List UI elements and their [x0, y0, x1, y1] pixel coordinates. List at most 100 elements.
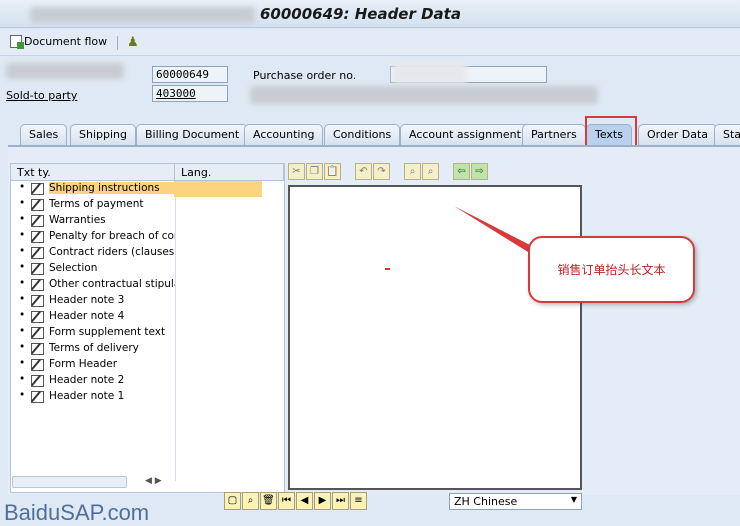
first-icon[interactable]: ⏮ — [278, 492, 295, 510]
document-flow-button[interactable]: Document flow — [10, 35, 108, 49]
tree-item[interactable]: • Form Header — [11, 357, 284, 373]
log-icon[interactable]: ≡ — [350, 492, 367, 510]
tree-item-label: Contract riders (clauses) — [49, 246, 176, 258]
document-flow-icon — [10, 35, 24, 49]
tree-item-label: Header note 1 — [49, 390, 125, 402]
tree-item[interactable]: • Header note 4 — [11, 309, 284, 325]
edit-text-icon — [31, 295, 44, 307]
bullet: • — [19, 357, 26, 369]
edit-text-icon — [31, 183, 44, 195]
bullet: • — [19, 213, 26, 225]
paste-icon[interactable]: 📋 — [324, 163, 341, 180]
delete-icon[interactable]: 🗑 — [260, 492, 277, 510]
tab-shipping[interactable]: Shipping — [70, 124, 136, 145]
tab-partners[interactable]: Partners — [522, 124, 586, 145]
tree-item[interactable]: • Terms of delivery — [11, 341, 284, 357]
edit-text-icon — [31, 263, 44, 275]
tree-item[interactable]: • Warranties — [11, 213, 284, 229]
new-document-icon[interactable]: ▢ — [224, 492, 241, 510]
blurred-label — [6, 63, 124, 79]
language-dropdown[interactable]: ZH Chinese ▼ — [449, 493, 582, 510]
tab-order-data[interactable]: Order Data — [638, 124, 718, 145]
language-cell-selected[interactable] — [174, 181, 262, 197]
tree-item[interactable]: • Other contractual stipulati — [11, 277, 284, 293]
sold-to-field[interactable]: 403000 — [152, 85, 228, 102]
last-icon[interactable]: ⏭ — [332, 492, 349, 510]
blurred-po — [392, 62, 467, 84]
tree-item[interactable]: • Penalty for breach of cont — [11, 229, 284, 245]
edit-text-icon — [31, 375, 44, 387]
callout-arrow — [454, 206, 532, 252]
bullet: • — [19, 245, 26, 257]
tab-account-assignment[interactable]: Account assignment — [400, 124, 530, 145]
tree-item[interactable]: • Terms of payment — [11, 197, 284, 213]
tree-item[interactable]: • Header note 3 — [11, 293, 284, 309]
edit-text-icon — [31, 199, 44, 211]
texts-tab-highlight — [585, 116, 637, 147]
blurred-customer-name — [250, 86, 598, 104]
edit-text-icon — [31, 391, 44, 403]
tree-item-label: Shipping instructions — [49, 182, 176, 194]
redo-icon[interactable]: ↷ — [373, 163, 390, 180]
export-icon[interactable]: ⇨ — [471, 163, 488, 180]
find-icon[interactable]: ⌕ — [404, 163, 421, 180]
edit-text-icon — [31, 215, 44, 227]
editor-toolbar: ✂ ❐ 📋 ↶ ↷ ⌕ ⌕ ⇦ ⇨ — [288, 163, 489, 180]
annotation-callout: 销售订单抬头长文本 — [528, 236, 695, 303]
bullet: • — [19, 261, 26, 273]
tree-item[interactable]: • Form supplement text — [11, 325, 284, 341]
bullet: • — [19, 309, 26, 321]
tree-item-label: Form Header — [49, 358, 118, 370]
person-icon[interactable]: ♟ — [127, 35, 139, 50]
tree-item-label: Penalty for breach of cont — [49, 230, 176, 242]
tree-item-label: Terms of delivery — [49, 342, 139, 354]
watermark: BaiduSAP.com — [4, 500, 150, 525]
tab-sales[interactable]: Sales — [20, 124, 68, 145]
undo-icon[interactable]: ↶ — [355, 163, 372, 180]
col-language[interactable]: Lang. — [175, 164, 284, 181]
order-number-field[interactable]: 60000649 — [152, 66, 228, 83]
tab-billing-document[interactable]: Billing Document — [136, 124, 249, 145]
bullet: • — [19, 229, 26, 241]
column-divider — [175, 181, 176, 481]
toolbar-separator — [117, 36, 118, 50]
chevron-down-icon: ▼ — [570, 495, 577, 504]
po-label: Purchase order no. — [253, 69, 357, 82]
tab-status[interactable]: Stat — [714, 124, 740, 145]
bullet: • — [19, 293, 26, 305]
navigation-toolbar: ▢ ⌕ 🗑 ⏮ ◀ ▶ ⏭ ≡ — [224, 492, 368, 510]
tab-conditions[interactable]: Conditions — [324, 124, 401, 145]
horizontal-scrollbar[interactable] — [12, 476, 127, 488]
bullet: • — [19, 277, 26, 289]
tree-item[interactable]: • Header note 1 — [11, 389, 284, 405]
tree-item[interactable]: • Selection — [11, 261, 284, 277]
find-next-icon[interactable]: ⌕ — [422, 163, 439, 180]
copy-icon[interactable]: ❐ — [306, 163, 323, 180]
tree-item-label: Other contractual stipulati — [49, 278, 176, 290]
toolbar: Document flow ♟ — [0, 30, 740, 56]
sold-to-label[interactable]: Sold-to party — [6, 89, 77, 102]
previous-icon[interactable]: ◀ — [296, 492, 313, 510]
tree-item-label: Header note 4 — [49, 310, 125, 322]
tab-accounting[interactable]: Accounting — [244, 124, 324, 145]
bullet: • — [19, 341, 26, 353]
blurred-title-prefix — [30, 7, 255, 23]
tree-item-label: Header note 3 — [49, 294, 125, 306]
edit-text-icon — [31, 231, 44, 243]
cut-icon[interactable]: ✂ — [288, 163, 305, 180]
edit-text-icon — [31, 311, 44, 323]
display-icon[interactable]: ⌕ — [242, 492, 259, 510]
tree-item[interactable]: • Header note 2 — [11, 373, 284, 389]
tree-item-label: Warranties — [49, 214, 106, 226]
col-text-type[interactable]: Txt ty. — [11, 164, 175, 181]
scroll-arrows-icon[interactable]: ◀ ▶ — [145, 476, 162, 486]
text-type-tree: Txt ty. Lang. • Shipping instructions • Ter… — [10, 163, 285, 493]
next-icon[interactable]: ▶ — [314, 492, 331, 510]
bullet: • — [19, 373, 26, 385]
tree-item-label: Terms of payment — [49, 198, 144, 210]
document-flow-label: Document flow — [24, 35, 108, 48]
import-icon[interactable]: ⇦ — [453, 163, 470, 180]
bullet: • — [19, 197, 26, 209]
language-value: ZH Chinese — [454, 495, 518, 508]
tree-item[interactable]: • Contract riders (clauses) — [11, 245, 284, 261]
